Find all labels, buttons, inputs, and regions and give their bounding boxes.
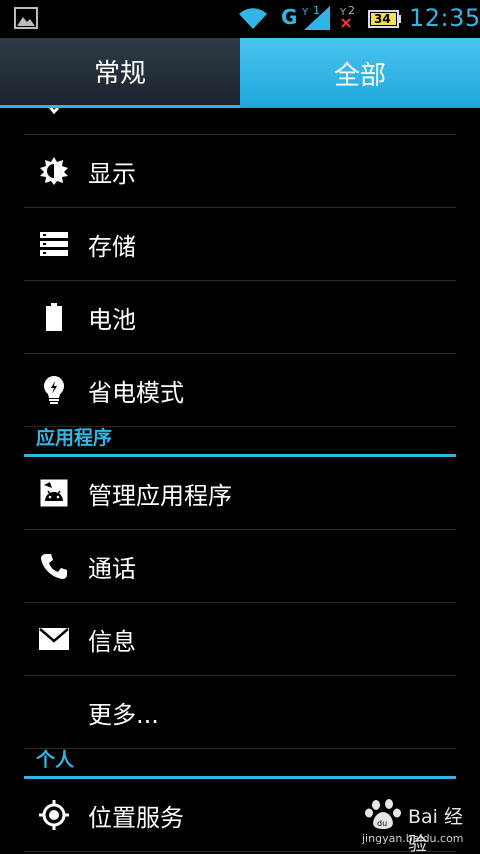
battery-setting-icon bbox=[38, 301, 70, 333]
envelope-icon bbox=[38, 623, 70, 655]
settings-tabs: 常规 全部 bbox=[0, 38, 480, 108]
tab-all[interactable]: 全部 bbox=[240, 38, 480, 108]
sim2-label: 2 bbox=[348, 4, 355, 17]
partial-icon bbox=[38, 108, 70, 126]
list-item-label: 显示 bbox=[88, 159, 136, 188]
android-apps-icon bbox=[38, 477, 70, 509]
list-item-partial[interactable] bbox=[24, 108, 456, 135]
list-item-label: 管理应用程序 bbox=[88, 481, 232, 510]
list-item-label: 更多... bbox=[88, 700, 159, 729]
phone-icon bbox=[38, 550, 70, 582]
sidebar-item-storage[interactable]: 存储 bbox=[24, 208, 456, 281]
section-header-apps: 应用程序 bbox=[24, 427, 456, 457]
sidebar-item-call[interactable]: 通话 bbox=[24, 530, 456, 603]
wifi-icon bbox=[239, 8, 267, 30]
section-title: 个人 bbox=[36, 749, 75, 771]
list-item-label: 信息 bbox=[88, 627, 136, 656]
paw-logo-icon: du bbox=[365, 799, 401, 829]
list-item-label: 省电模式 bbox=[88, 378, 184, 407]
location-crosshair-icon bbox=[38, 799, 70, 831]
image-notification-icon bbox=[14, 7, 38, 29]
section-header-personal: 个人 bbox=[24, 749, 456, 779]
storage-icon bbox=[38, 228, 70, 260]
settings-list: 显示 存储 电池 省电模式 应用程序 管理应用程序 通话 信息 更多... 个人… bbox=[24, 108, 456, 852]
clock: 12:35 bbox=[409, 4, 480, 32]
sim1-signal-icon: Y 1 bbox=[300, 4, 332, 36]
sidebar-item-power-saving[interactable]: 省电模式 bbox=[24, 354, 456, 427]
svg-text:du: du bbox=[377, 819, 387, 828]
list-item-label: 存储 bbox=[88, 232, 136, 261]
tab-general[interactable]: 常规 bbox=[0, 38, 240, 108]
watermark-brand: Bai 经验 bbox=[408, 806, 463, 854]
sim2-no-signal-icon: Y 2 bbox=[338, 4, 364, 36]
sidebar-item-manage-apps[interactable]: 管理应用程序 bbox=[24, 457, 456, 530]
lightbulb-icon bbox=[38, 374, 70, 406]
sidebar-item-battery[interactable]: 电池 bbox=[24, 281, 456, 354]
sim1-label: 1 bbox=[313, 4, 320, 17]
list-item-label: 位置服务 bbox=[88, 803, 184, 832]
list-item-label: 电池 bbox=[88, 305, 136, 334]
status-bar: G Y 1 Y 2 34 12:35 bbox=[0, 0, 480, 38]
sidebar-item-more[interactable]: 更多... bbox=[24, 676, 456, 749]
svg-text:Y: Y bbox=[339, 7, 347, 18]
network-type-indicator: G bbox=[281, 5, 298, 29]
battery-level: 34 bbox=[374, 12, 391, 26]
battery-icon: 34 bbox=[368, 10, 402, 28]
section-title: 应用程序 bbox=[36, 427, 113, 449]
list-item-label: 通话 bbox=[88, 554, 136, 583]
sidebar-item-messages[interactable]: 信息 bbox=[24, 603, 456, 676]
sidebar-item-display[interactable]: 显示 bbox=[24, 135, 456, 208]
baidu-watermark: du Bai 经验 jingyan.baidu.com bbox=[358, 798, 468, 854]
brightness-icon bbox=[38, 155, 70, 187]
watermark-url: jingyan.baidu.com bbox=[362, 832, 464, 845]
svg-text:Y: Y bbox=[301, 7, 309, 18]
